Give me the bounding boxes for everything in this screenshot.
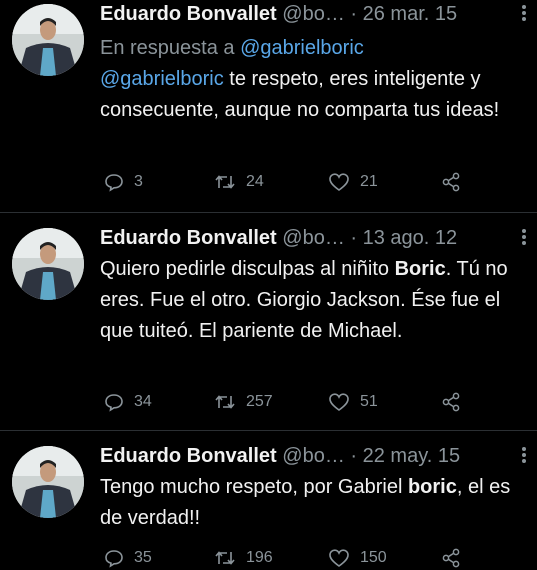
reply-button[interactable]: 3 bbox=[104, 170, 143, 194]
more-vertical-icon[interactable] bbox=[521, 4, 527, 22]
tweet-header: Eduardo Bonvallet @bo… · 22 may. 15 bbox=[100, 442, 525, 470]
share-icon bbox=[442, 172, 460, 192]
tweet-1[interactable]: Eduardo Bonvallet @bo… · 26 mar. 15 En r… bbox=[0, 0, 537, 210]
retweet-icon bbox=[215, 395, 235, 409]
share-button[interactable] bbox=[440, 170, 462, 194]
share-icon bbox=[442, 548, 460, 568]
tweet-actions: 34 257 51 bbox=[100, 390, 500, 414]
display-name[interactable]: Eduardo Bonvallet bbox=[100, 227, 277, 249]
body-highlight: Boric bbox=[394, 258, 446, 280]
reply-to-mention[interactable]: @gabrielboric bbox=[240, 37, 364, 59]
tweet-text: Quiero pedirle disculpas al niñito Boric… bbox=[100, 254, 525, 347]
tweet-divider bbox=[0, 430, 537, 431]
display-name[interactable]: Eduardo Bonvallet bbox=[100, 3, 277, 25]
avatar-image bbox=[12, 446, 84, 518]
reply-context: En respuesta a @gabrielboric bbox=[100, 34, 364, 62]
like-count: 150 bbox=[360, 549, 387, 566]
display-name[interactable]: Eduardo Bonvallet bbox=[100, 445, 277, 467]
tweet-date[interactable]: 22 may. 15 bbox=[363, 445, 460, 467]
reply-icon bbox=[105, 550, 123, 568]
reply-icon bbox=[105, 394, 123, 412]
like-count: 21 bbox=[360, 173, 378, 190]
avatar[interactable] bbox=[12, 4, 84, 76]
tweet-actions: 35 196 150 bbox=[100, 546, 500, 570]
body-text-start: Quiero pedirle disculpas al niñito bbox=[100, 258, 395, 280]
tweet-date[interactable]: 26 mar. 15 bbox=[363, 3, 458, 25]
tweet-header: Eduardo Bonvallet @bo… · 26 mar. 15 bbox=[100, 0, 525, 28]
tweet-2[interactable]: Eduardo Bonvallet @bo… · 13 ago. 12 Quie… bbox=[0, 224, 537, 424]
heart-icon bbox=[329, 173, 349, 191]
retweet-count: 196 bbox=[246, 549, 273, 566]
like-button[interactable]: 21 bbox=[328, 170, 378, 194]
separator: · bbox=[350, 3, 358, 25]
reply-count: 35 bbox=[134, 549, 152, 566]
tweet-3[interactable]: Eduardo Bonvallet @bo… · 22 may. 15 Teng… bbox=[0, 442, 537, 570]
share-button[interactable] bbox=[440, 546, 462, 570]
separator: · bbox=[350, 227, 358, 249]
heart-icon bbox=[329, 549, 349, 567]
user-handle[interactable]: @bo… bbox=[282, 445, 345, 467]
tweet-date[interactable]: 13 ago. 12 bbox=[363, 227, 458, 249]
retweet-count: 24 bbox=[246, 173, 264, 190]
tweet-header: Eduardo Bonvallet @bo… · 13 ago. 12 bbox=[100, 224, 525, 252]
tweet-text: @gabrielboric te respeto, eres inteligen… bbox=[100, 64, 525, 126]
avatar[interactable] bbox=[12, 446, 84, 518]
retweet-count: 257 bbox=[246, 393, 273, 410]
tweet-actions: 3 24 21 bbox=[100, 170, 500, 194]
share-icon bbox=[442, 392, 460, 412]
body-mention[interactable]: @gabrielboric bbox=[100, 68, 224, 90]
retweet-button[interactable]: 24 bbox=[214, 170, 264, 194]
like-button[interactable]: 51 bbox=[328, 390, 378, 414]
retweet-button[interactable]: 196 bbox=[214, 546, 273, 570]
avatar[interactable] bbox=[12, 228, 84, 300]
avatar-image bbox=[12, 228, 84, 300]
tweet-divider bbox=[0, 212, 537, 213]
share-button[interactable] bbox=[440, 390, 462, 414]
retweet-icon bbox=[215, 175, 235, 189]
like-button[interactable]: 150 bbox=[328, 546, 387, 570]
heart-icon bbox=[329, 393, 349, 411]
reply-button[interactable]: 34 bbox=[104, 390, 152, 414]
user-handle[interactable]: @bo… bbox=[282, 3, 345, 25]
reply-prefix: En respuesta a bbox=[100, 37, 235, 59]
body-highlight: boric bbox=[407, 476, 457, 498]
tweet-text: Tengo mucho respeto, por Gabriel boric, … bbox=[100, 472, 525, 534]
more-vertical-icon[interactable] bbox=[521, 446, 527, 464]
body-text-start: Tengo mucho respeto, por Gabriel bbox=[100, 476, 408, 498]
user-handle[interactable]: @bo… bbox=[282, 227, 345, 249]
retweet-button[interactable]: 257 bbox=[214, 390, 273, 414]
reply-count: 3 bbox=[134, 173, 143, 190]
reply-button[interactable]: 35 bbox=[104, 546, 152, 570]
more-vertical-icon[interactable] bbox=[521, 228, 527, 246]
reply-icon bbox=[105, 174, 123, 192]
avatar-image bbox=[12, 4, 84, 76]
separator: · bbox=[350, 445, 358, 467]
like-count: 51 bbox=[360, 393, 378, 410]
retweet-icon bbox=[215, 551, 235, 565]
reply-count: 34 bbox=[134, 393, 152, 410]
